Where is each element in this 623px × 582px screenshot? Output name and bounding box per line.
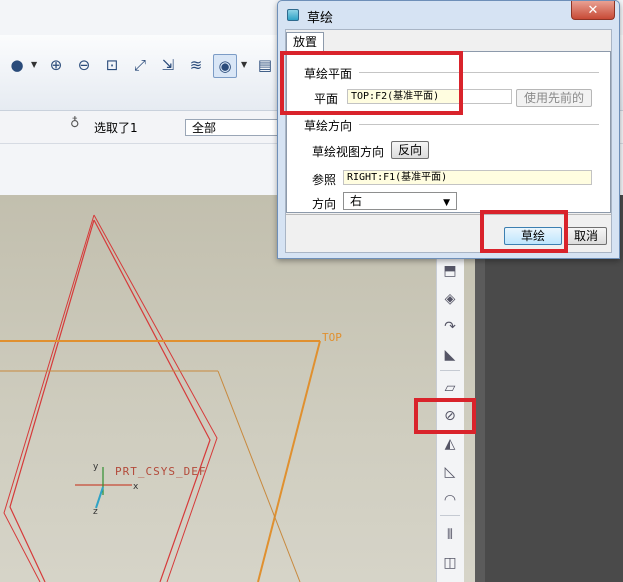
plane-field-extension[interactable] bbox=[462, 89, 512, 104]
dropdown-arrow-icon[interactable]: ▼ bbox=[241, 60, 247, 69]
datum-plane-edge bbox=[257, 340, 321, 582]
sketch-outline bbox=[3, 214, 95, 582]
display-style-icon[interactable]: ◉ bbox=[213, 54, 237, 78]
toolbar-separator bbox=[440, 515, 460, 516]
mirror-icon[interactable]: ⫴ bbox=[440, 525, 460, 545]
extrude-icon[interactable]: ⬒ bbox=[440, 261, 460, 281]
chevron-down-icon: ▼ bbox=[443, 198, 450, 208]
reference-label: 参照 bbox=[312, 173, 337, 187]
dialog-titlebar[interactable]: 草绘 ✕ bbox=[278, 1, 619, 29]
reorient-icon[interactable]: ⤢ bbox=[129, 54, 151, 76]
csys-z-axis bbox=[95, 486, 104, 509]
view-manager-icon[interactable]: ⇲ bbox=[157, 54, 179, 76]
blend-icon[interactable]: ◣ bbox=[440, 345, 460, 365]
sketch-app-icon bbox=[287, 9, 299, 21]
highlight-sketch-plane bbox=[280, 51, 463, 115]
dialog-title: 草绘 bbox=[307, 11, 334, 26]
datum-plane-icon[interactable]: ▱ bbox=[440, 378, 460, 398]
flip-button[interactable]: 反向 bbox=[391, 141, 429, 159]
orientation-label: 方向 bbox=[312, 197, 337, 211]
round-icon[interactable]: ◠ bbox=[440, 490, 460, 510]
datum-plane-edge bbox=[217, 370, 301, 582]
sweep-icon[interactable]: ↷ bbox=[440, 317, 460, 337]
sketch-outline bbox=[9, 219, 95, 582]
axis-y-label: y bbox=[93, 462, 99, 472]
axis-z-label: z bbox=[93, 507, 98, 517]
layers-icon[interactable]: ≋ bbox=[185, 54, 207, 76]
axis-x-label: x bbox=[133, 482, 139, 492]
saved-views-icon[interactable]: ▤ bbox=[254, 54, 276, 76]
orientation-value: 右 bbox=[350, 194, 363, 208]
view-direction-label: 草绘视图方向 bbox=[312, 145, 385, 159]
dropdown-arrow-icon[interactable]: ▼ bbox=[31, 60, 37, 69]
hole-icon[interactable]: ◭ bbox=[440, 434, 460, 454]
selection-icon: ♁ bbox=[70, 116, 80, 131]
group-divider bbox=[359, 124, 599, 125]
orientation-select[interactable]: 右 ▼ bbox=[343, 192, 457, 210]
shell-icon[interactable]: ◺ bbox=[440, 462, 460, 482]
highlight-sketch-tool bbox=[414, 398, 476, 434]
selection-filter-select[interactable]: 全部 bbox=[185, 119, 285, 136]
sketch-orientation-group-title: 草绘方向 bbox=[304, 119, 353, 133]
cancel-button[interactable]: 取消 bbox=[565, 227, 607, 245]
highlight-sketch-button bbox=[480, 210, 568, 253]
csys-label: PRT_CSYS_DEF bbox=[115, 465, 207, 478]
pattern-icon[interactable]: ◫ bbox=[440, 553, 460, 573]
zoom-fit-icon[interactable]: ⊡ bbox=[101, 54, 123, 76]
reference-field[interactable]: RIGHT:F1(基准平面) bbox=[343, 170, 592, 185]
sphere-icon[interactable]: ● bbox=[6, 54, 28, 76]
toolbar-separator bbox=[440, 370, 460, 371]
sketch-outline bbox=[93, 214, 218, 582]
zoom-out-icon[interactable]: ⊖ bbox=[73, 54, 95, 76]
sketch-dialog: 草绘 ✕ 放置 草绘平面 平面 TOP:F2(基准平面) 使用先前的 草绘方向 … bbox=[277, 0, 620, 259]
use-previous-button[interactable]: 使用先前的 bbox=[516, 89, 592, 107]
sketch-outline bbox=[93, 219, 211, 582]
selection-status: 选取了1 bbox=[94, 121, 138, 135]
zoom-in-icon[interactable]: ⊕ bbox=[45, 54, 67, 76]
datum-plane-label[interactable]: TOP bbox=[322, 331, 342, 344]
revolve-icon[interactable]: ◈ bbox=[440, 289, 460, 309]
close-button[interactable]: ✕ bbox=[571, 1, 615, 20]
tab-placement[interactable]: 放置 bbox=[286, 32, 324, 52]
